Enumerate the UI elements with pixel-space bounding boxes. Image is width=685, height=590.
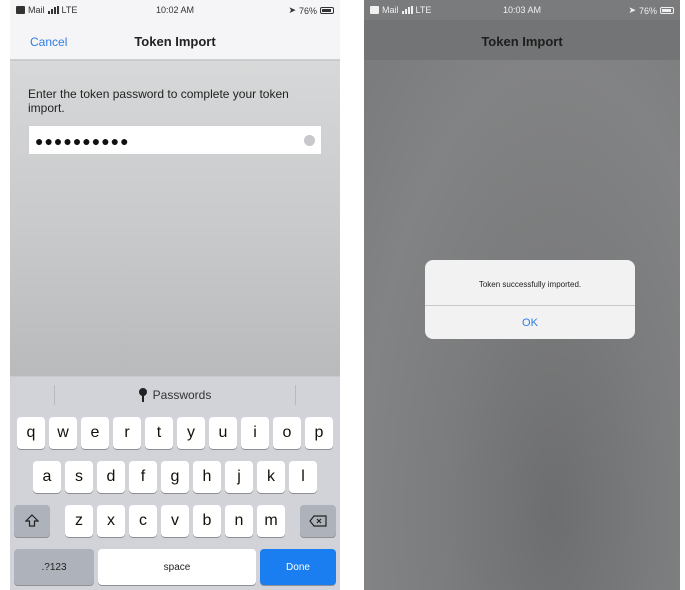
status-bar: Mail LTE 10:03 AM ➤ 76% (364, 0, 680, 20)
alert-message: Token successfully imported. (478, 280, 582, 289)
password-prompt: Enter the token password to complete you… (28, 87, 289, 115)
suggestion-bar[interactable]: Passwords (10, 377, 340, 413)
alert-dialog: Token successfully imported. OK (425, 260, 635, 339)
battery-icon (320, 7, 334, 14)
key[interactable]: l (289, 461, 317, 493)
key[interactable]: x (97, 505, 125, 537)
password-field[interactable]: ●●●●●●●●●● (28, 125, 322, 155)
key[interactable]: f (129, 461, 157, 493)
key[interactable]: s (65, 461, 93, 493)
status-right: ➤ 76% (628, 5, 674, 16)
key[interactable]: w (49, 417, 77, 449)
delete-key[interactable] (300, 505, 336, 537)
key[interactable]: p (305, 417, 333, 449)
shift-key[interactable] (14, 505, 50, 537)
row-3-letters: z x c v b n m (65, 505, 285, 537)
key[interactable]: b (193, 505, 221, 537)
battery-percent: 76% (638, 5, 657, 16)
key[interactable]: t (145, 417, 173, 449)
status-right: ➤ 76% (288, 5, 334, 16)
done-key[interactable]: Done (260, 549, 336, 585)
key[interactable]: g (161, 461, 189, 493)
location-icon: ➤ (628, 5, 636, 15)
battery-percent: 76% (298, 5, 317, 16)
key[interactable]: y (177, 417, 205, 449)
key[interactable]: i (241, 417, 269, 449)
password-value: ●●●●●●●●●● (35, 133, 130, 149)
content-area: Enter the token password to complete you… (10, 61, 340, 376)
delete-icon (309, 515, 327, 527)
key[interactable]: a (33, 461, 61, 493)
suggestion-divider (295, 385, 296, 405)
key[interactable]: k (257, 461, 285, 493)
status-bar: Mail LTE 10:02 AM ➤ 76% (10, 0, 340, 20)
ok-button[interactable]: OK (425, 306, 635, 339)
key[interactable]: q (17, 417, 45, 449)
key[interactable]: j (225, 461, 253, 493)
key-icon (138, 388, 147, 402)
nav-bar: Cancel Token Import (10, 20, 340, 60)
key[interactable]: v (161, 505, 189, 537)
clear-icon[interactable] (304, 135, 315, 146)
keyboard: Passwords q w e r t y u i o p a s d f g … (10, 377, 340, 590)
passwords-suggestion[interactable]: Passwords (153, 388, 212, 402)
page-title: Token Import (134, 34, 216, 49)
page-title: Token Import (481, 34, 563, 49)
keyboard-bottom-row: .?123 space Done (14, 549, 336, 585)
numbers-key[interactable]: .?123 (14, 549, 94, 585)
key[interactable]: r (113, 417, 141, 449)
key[interactable]: e (81, 417, 109, 449)
shift-icon (25, 514, 39, 527)
keyboard-row-2: a s d f g h j k l (10, 461, 340, 493)
key[interactable]: u (209, 417, 237, 449)
battery-icon (660, 7, 674, 14)
key[interactable]: o (273, 417, 301, 449)
key[interactable]: d (97, 461, 125, 493)
key[interactable]: c (129, 505, 157, 537)
left-phone-screen: Mail LTE 10:02 AM ➤ 76% Cancel Token Imp… (10, 0, 340, 590)
space-key[interactable]: space (98, 549, 256, 585)
suggestion-divider (54, 385, 55, 405)
key[interactable]: h (193, 461, 221, 493)
key[interactable]: z (65, 505, 93, 537)
key[interactable]: n (225, 505, 253, 537)
key[interactable]: m (257, 505, 285, 537)
keyboard-row-1: q w e r t y u i o p (10, 417, 340, 449)
keyboard-row-3: z x c v b n m (10, 505, 340, 537)
location-icon: ➤ (288, 5, 296, 15)
right-phone-screen: Mail LTE 10:03 AM ➤ 76% Token Import Tok… (364, 0, 680, 590)
nav-bar: Token Import (364, 20, 680, 60)
